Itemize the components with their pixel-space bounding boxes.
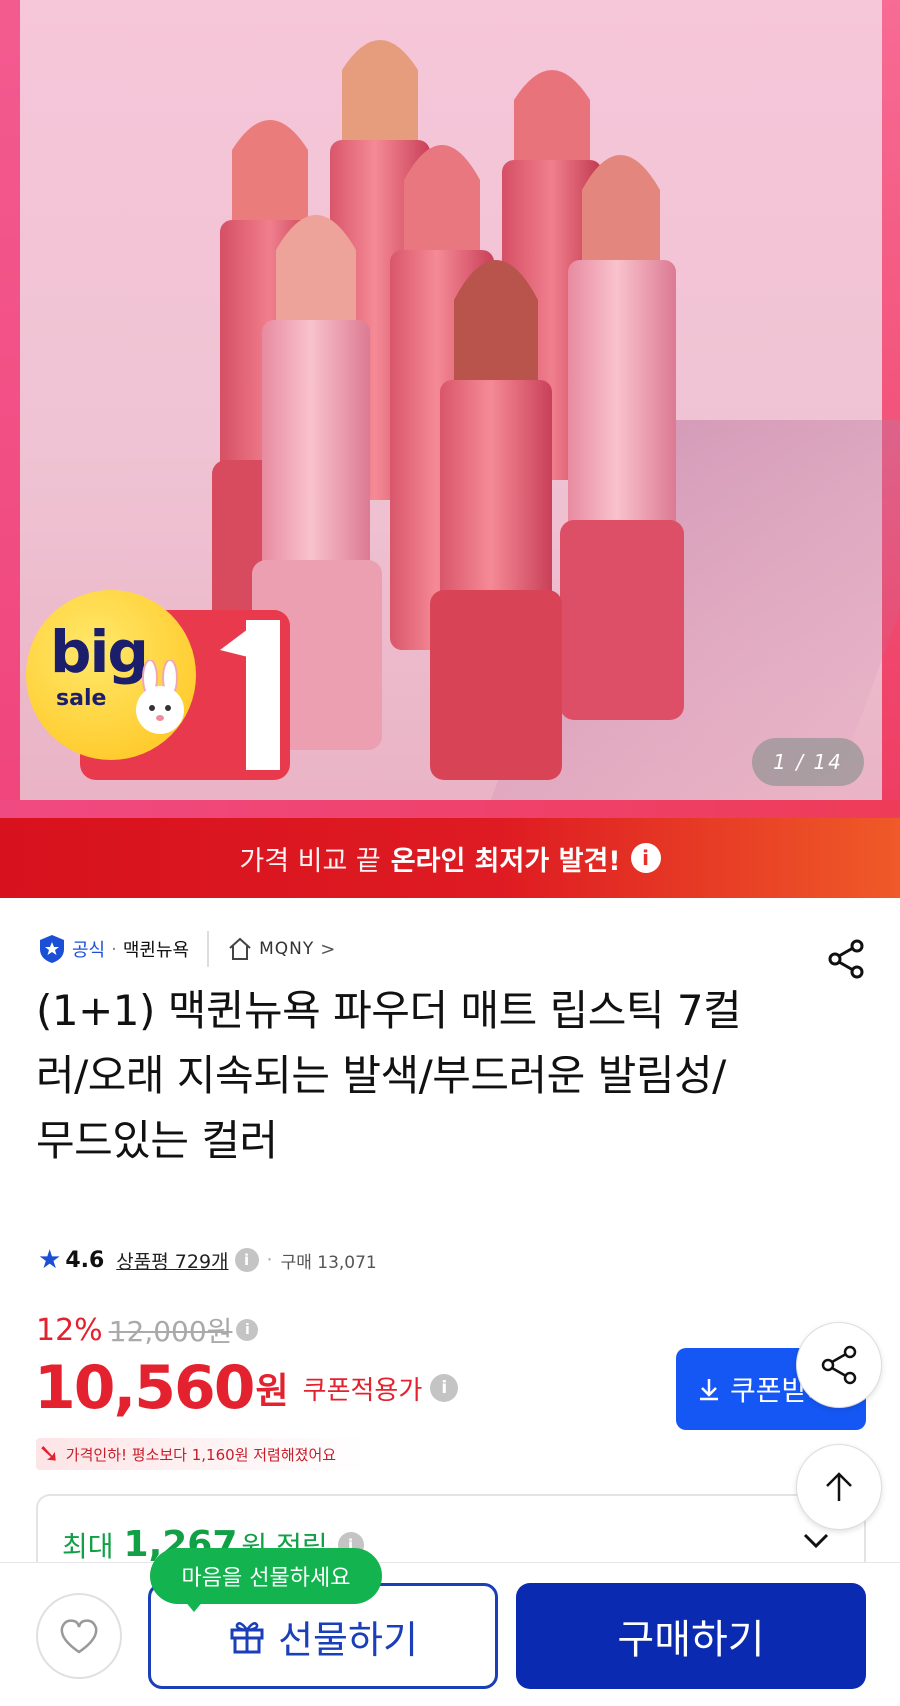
bottom-action-bar: 선물하기 구매하기 (0, 1562, 900, 1706)
gift-button-label: 선물하기 (278, 1617, 418, 1662)
scroll-to-top-button[interactable] (796, 1444, 882, 1530)
meta-dot: · (111, 938, 117, 960)
info-icon[interactable]: i (234, 1248, 259, 1272)
discount-row: 12% 12,000원 i (36, 1312, 259, 1348)
floating-share-button[interactable] (796, 1322, 882, 1408)
product-image-carousel[interactable]: big sale 1 / 14 (0, 0, 900, 818)
rabbit-icon (136, 660, 184, 734)
purchase-count: 구매 13,071 (280, 1252, 377, 1273)
sale-price: 10,560 (34, 1353, 256, 1423)
arrow-up-icon (826, 1472, 852, 1501)
buy-button-label: 구매하기 (617, 1617, 765, 1663)
gift-icon (230, 1622, 264, 1654)
official-label: 공식 (72, 940, 106, 961)
info-icon[interactable]: i (630, 843, 661, 873)
gift-tooltip-bubble: 마음을 선물하세요 (150, 1548, 382, 1604)
image-counter: 1 / 14 (752, 738, 864, 786)
price-drop-notice: ➘ 가격인하! 평소보다 1,160원 저렴해졌어요 (36, 1438, 367, 1470)
hero-frame-bottom (0, 800, 900, 818)
original-price: 12,000원 (108, 1315, 233, 1348)
meta-divider (207, 931, 210, 967)
share-icon[interactable] (826, 938, 866, 980)
down-arrow-icon: ➘ (38, 1439, 60, 1469)
reviews-link[interactable]: 상품평 729개 (116, 1247, 228, 1274)
seller-meta-row: 공식 · 맥퀸뉴욕 MQNY > (38, 931, 336, 967)
store-link[interactable]: MQNY (259, 939, 314, 959)
badge-sale-text: sale (56, 686, 107, 711)
product-title: (1+1) 맥퀸뉴욕 파우더 매트 립스틱 7컬러/오래 지속되는 발색/부드러… (36, 986, 742, 1165)
lowest-price-banner[interactable]: 가격 비교 끝 온라인 최저가 발견! i (0, 818, 900, 898)
heart-icon (60, 1619, 98, 1654)
chevron-down-icon[interactable] (800, 1524, 832, 1556)
wishlist-button[interactable] (36, 1593, 122, 1679)
buy-button[interactable]: 구매하기 (516, 1583, 866, 1689)
rating-dot: · (266, 1249, 273, 1271)
info-icon[interactable]: i (430, 1374, 459, 1402)
info-icon[interactable]: i (236, 1319, 259, 1341)
gift-tooltip-tail (184, 1600, 204, 1612)
reward-prefix: 최대 (62, 1529, 114, 1563)
discount-percent: 12% (36, 1312, 103, 1348)
star-icon: ★ (38, 1245, 62, 1275)
share-icon (821, 1345, 857, 1385)
promo-light-text: 가격 비교 끝 (239, 845, 381, 877)
download-icon (700, 1379, 718, 1401)
coupon-price-label: 쿠폰적용가 (302, 1375, 423, 1406)
price-row: 10,560 원 쿠폰적용가 i (34, 1350, 459, 1426)
brand-link[interactable]: 맥퀸뉴욕 (123, 936, 189, 962)
home-icon (229, 937, 251, 960)
promo-bold-text: 온라인 최저가 발견! (390, 845, 621, 877)
official-shield-icon (40, 935, 64, 963)
price-drop-text: 가격인하! 평소보다 1,160원 저렴해졌어요 (65, 1445, 337, 1464)
rating-score: 4.6 (65, 1247, 105, 1273)
rating-row: ★ 4.6 상품평 729개 i · 구매 13,071 (38, 1244, 377, 1276)
currency-won: 원 (255, 1371, 289, 1412)
chevron-right-icon: > (320, 938, 336, 960)
